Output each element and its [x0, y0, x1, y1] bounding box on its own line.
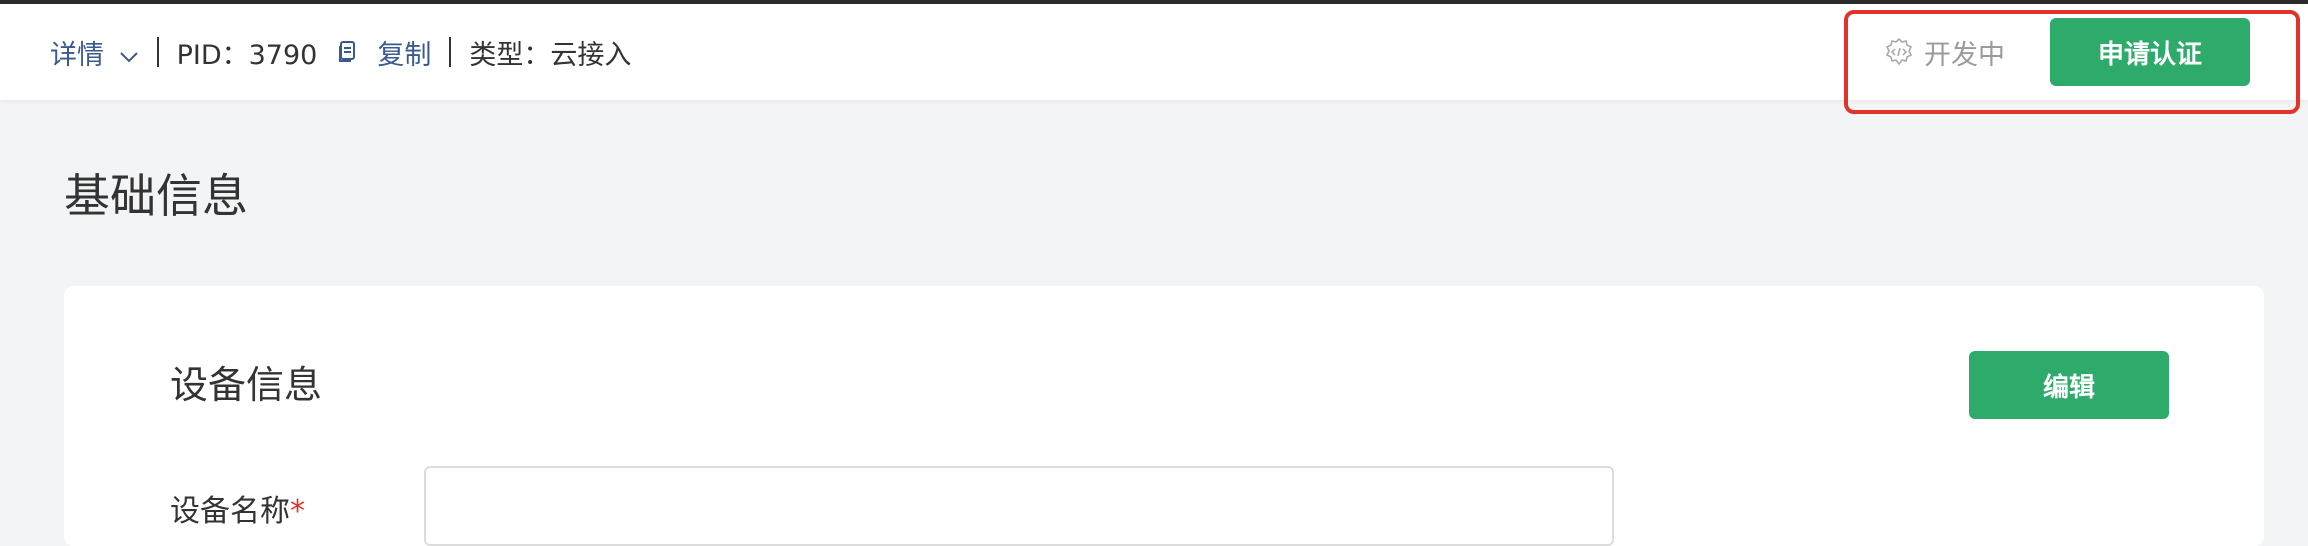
highlight-annotation-box: [1844, 10, 2300, 114]
copy-link[interactable]: 复制: [377, 33, 431, 72]
device-name-label: 设备名称*: [170, 486, 305, 530]
details-dropdown[interactable]: 详情: [50, 33, 139, 72]
divider: [156, 37, 159, 67]
header-info: 详情 PID：3790 复制 类型：云接入: [50, 4, 631, 100]
details-label: 详情: [50, 39, 104, 71]
copy-icon[interactable]: [337, 40, 357, 64]
card-title: 设备信息: [170, 363, 323, 407]
chevron-down-icon: [119, 50, 139, 64]
page-title: 基础信息: [64, 169, 248, 223]
divider: [449, 37, 452, 67]
edit-button[interactable]: 编辑: [1969, 351, 2169, 419]
pid-text: PID：3790: [176, 39, 318, 71]
device-name-input[interactable]: [424, 466, 1614, 546]
type-text: 类型：云接入: [469, 39, 632, 71]
required-mark: *: [290, 494, 305, 529]
device-info-card: 设备信息 编辑 设备名称*: [64, 286, 2264, 546]
device-name-label-text: 设备名称: [170, 494, 290, 529]
